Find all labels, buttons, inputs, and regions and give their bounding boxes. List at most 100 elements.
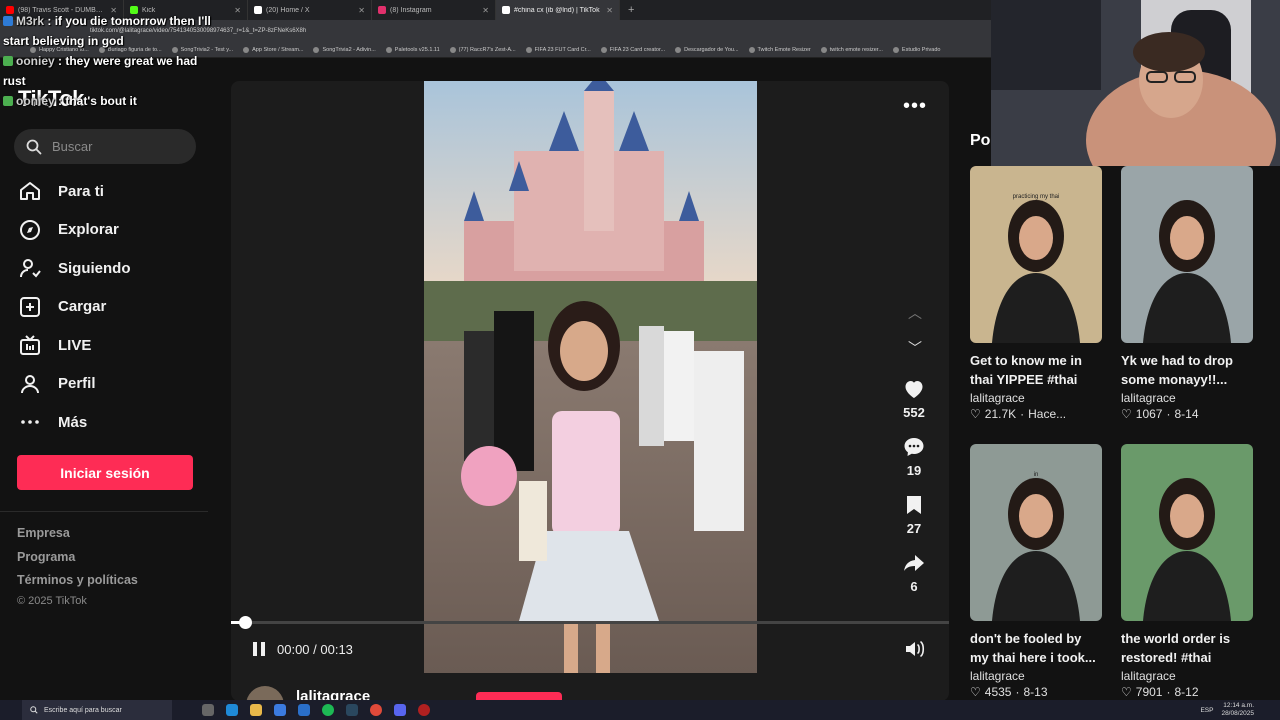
card-title[interactable]: the world order is restored! #thai bbox=[1121, 629, 1253, 667]
related-video-card[interactable]: in don't be fooled by my thai here i took… bbox=[970, 444, 1102, 699]
bookmark-item[interactable]: FIFA 23 FUT Card Cr... bbox=[525, 46, 591, 53]
chat-username: ooniey bbox=[16, 54, 55, 68]
close-tab-icon[interactable]: ✕ bbox=[358, 6, 365, 15]
chat-username: M3rk bbox=[16, 14, 45, 28]
video-thumbnail[interactable] bbox=[1121, 444, 1253, 621]
card-likes: 7901 bbox=[1135, 685, 1163, 699]
pause-icon[interactable] bbox=[251, 641, 267, 657]
meta-separator: · bbox=[1015, 685, 1020, 699]
sidebar-item-live[interactable]: LIVE bbox=[18, 326, 208, 365]
store-icon[interactable] bbox=[274, 704, 286, 716]
sidebar-item-label: Para ti bbox=[58, 182, 104, 200]
clock[interactable]: 12:14 a.m. 28/08/2025 bbox=[1221, 702, 1254, 718]
mail-icon[interactable] bbox=[298, 704, 310, 716]
tab-label: (8) Instagram bbox=[390, 6, 432, 14]
video-frame[interactable] bbox=[424, 81, 757, 673]
card-username[interactable]: lalitagrace bbox=[1121, 391, 1253, 405]
task-view-icon[interactable] bbox=[202, 704, 214, 716]
browser-tab[interactable]: (20) Home / X ✕ bbox=[248, 0, 372, 20]
comment-icon[interactable] bbox=[902, 435, 926, 459]
bookmark-item[interactable]: App Store / Stream... bbox=[243, 46, 303, 53]
search-input[interactable] bbox=[52, 139, 182, 154]
share-icon[interactable] bbox=[902, 551, 926, 575]
browser-tab[interactable]: (8) Instagram ✕ bbox=[372, 0, 496, 20]
tab-favicon-icon bbox=[378, 6, 386, 14]
bookmark-item[interactable]: twitch emote resizer... bbox=[820, 46, 883, 53]
video-thumbnail[interactable]: in bbox=[970, 444, 1102, 621]
taskbar-search[interactable]: Escribe aquí para buscar bbox=[22, 700, 172, 720]
bookmark-item[interactable]: Estudio Privado bbox=[892, 46, 940, 53]
card-username[interactable]: lalitagrace bbox=[970, 669, 1102, 683]
chrome-icon[interactable] bbox=[370, 704, 382, 716]
bookmark-label: Descargador de You... bbox=[684, 46, 739, 53]
chat-badge-icon bbox=[3, 56, 13, 66]
bookmark-item[interactable]: Twitch Emote Resizer bbox=[748, 46, 811, 53]
bookmark-item[interactable]: Descargador de You... bbox=[675, 46, 739, 53]
sidebar-item-more[interactable]: Más bbox=[18, 403, 208, 442]
sidebar-item-upload[interactable]: Cargar bbox=[18, 288, 208, 327]
sidebar-item-compass[interactable]: Explorar bbox=[18, 211, 208, 250]
file-explorer-icon[interactable] bbox=[250, 704, 262, 716]
footer-link[interactable]: Programa bbox=[17, 550, 138, 574]
card-title[interactable]: Yk we had to drop some monayy!!... bbox=[1121, 351, 1253, 389]
sidebar-item-following[interactable]: Siguiendo bbox=[18, 249, 208, 288]
close-tab-icon[interactable]: ✕ bbox=[234, 6, 241, 15]
heart-icon[interactable] bbox=[902, 377, 926, 401]
bookmark-item[interactable]: Paletools v25.1.11 bbox=[385, 46, 440, 53]
related-video-card[interactable]: the world order is restored! #thai lalita… bbox=[1121, 444, 1253, 699]
bookmark-icon[interactable] bbox=[902, 493, 926, 517]
previous-video-button[interactable]: ︿ bbox=[903, 303, 927, 338]
login-button[interactable]: Iniciar sesión bbox=[17, 455, 193, 490]
next-video-button[interactable]: ﹀ bbox=[903, 338, 927, 373]
obs-icon[interactable] bbox=[418, 704, 430, 716]
volume-icon[interactable] bbox=[904, 639, 926, 659]
sidebar-item-label: Explorar bbox=[58, 221, 119, 239]
like-action: 552 bbox=[897, 377, 931, 435]
search-box[interactable] bbox=[14, 129, 196, 164]
webcam-overlay bbox=[991, 0, 1280, 166]
card-username[interactable]: lalitagrace bbox=[1121, 669, 1253, 683]
related-title: Po bbox=[970, 132, 991, 149]
related-video-card[interactable]: practicing my thai Get to know me in thai… bbox=[970, 166, 1102, 421]
webcam-feed bbox=[991, 0, 1280, 166]
video-player[interactable]: ••• ︿ ﹀ 552 19 27 6 00:00 / 00:13 bbox=[231, 81, 949, 701]
tab-label: #china cx (ib @lnd) | TikTok bbox=[514, 6, 600, 14]
bookmark-icon bbox=[600, 46, 607, 53]
close-tab-icon[interactable]: ✕ bbox=[482, 6, 489, 15]
browser-tab[interactable]: #china cx (ib @lnd) | TikTok ✕ bbox=[496, 0, 620, 20]
footer-link[interactable]: Términos y políticas bbox=[17, 573, 138, 597]
taskbar: Escribe aquí para buscar ESP 12:14 a.m. … bbox=[0, 700, 1280, 720]
chat-message: ooniey : they were great we had rust bbox=[3, 51, 213, 91]
spotify-icon[interactable] bbox=[322, 704, 334, 716]
edge-icon[interactable] bbox=[226, 704, 238, 716]
steam-icon[interactable] bbox=[346, 704, 358, 716]
bookmark-item[interactable]: SongTrivia2 - Adivin... bbox=[313, 46, 376, 53]
language-indicator[interactable]: ESP bbox=[1200, 707, 1213, 714]
video-thumbnail[interactable] bbox=[1121, 166, 1253, 343]
card-likes: 21.7K bbox=[984, 407, 1017, 421]
footer-link[interactable]: Empresa bbox=[17, 526, 138, 550]
heart-outline-icon: ♡ bbox=[1121, 407, 1132, 421]
like-count: 552 bbox=[903, 405, 925, 420]
video-thumbnail[interactable]: practicing my thai bbox=[970, 166, 1102, 343]
close-tab-icon[interactable]: ✕ bbox=[606, 6, 613, 15]
card-title[interactable]: Get to know me in thai YIPPEE #thai bbox=[970, 351, 1102, 389]
profile-icon bbox=[21, 374, 39, 393]
thumbnail-image bbox=[1143, 478, 1231, 621]
sidebar-item-home[interactable]: Para ti bbox=[18, 172, 208, 211]
discord-icon[interactable] bbox=[394, 704, 406, 716]
card-username[interactable]: lalitagrace bbox=[970, 391, 1102, 405]
related-video-card[interactable]: Yk we had to drop some monayy!!... lalita… bbox=[1121, 166, 1253, 421]
card-title[interactable]: don't be fooled by my thai here i took..… bbox=[970, 629, 1102, 667]
bookmark-item[interactable]: (77) RaccR7's Zest-A... bbox=[449, 46, 516, 53]
time-display: 00:00 / 00:13 bbox=[277, 642, 353, 657]
sidebar-item-profile[interactable]: Perfil bbox=[18, 365, 208, 404]
card-meta: ♡ 4535 · 8-13 bbox=[970, 685, 1102, 699]
sidebar-item-label: Perfil bbox=[58, 375, 96, 393]
progress-handle[interactable] bbox=[239, 616, 253, 629]
bookmark-label: SongTrivia2 - Adivin... bbox=[322, 46, 376, 53]
new-tab-icon[interactable]: + bbox=[620, 4, 642, 16]
more-options-button[interactable]: ••• bbox=[903, 95, 927, 118]
progress-bar[interactable] bbox=[231, 616, 949, 629]
bookmark-item[interactable]: FIFA 23 Card creator... bbox=[600, 46, 665, 53]
